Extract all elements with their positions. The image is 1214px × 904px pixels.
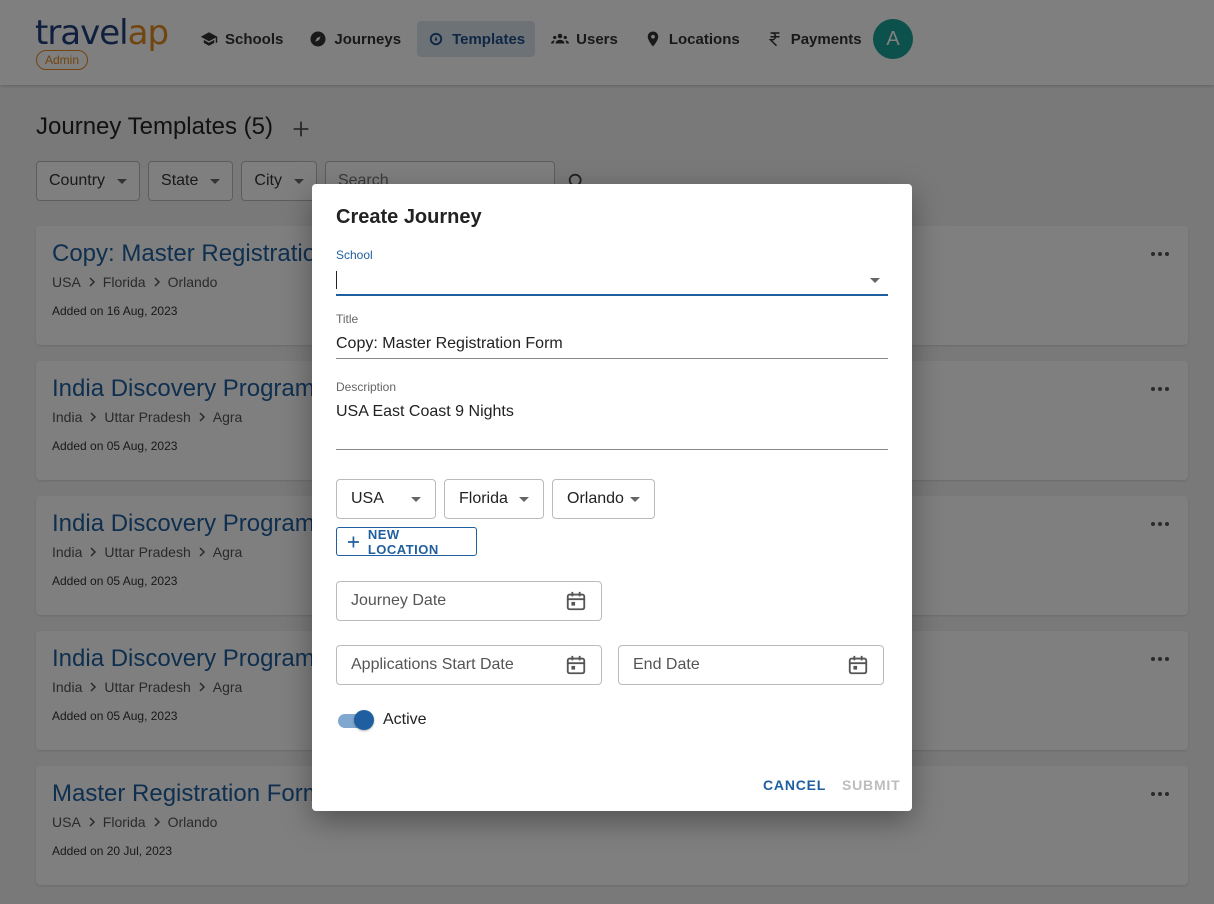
applications-start-placeholder: Applications Start Date [351,656,514,673]
country-select[interactable]: USA [336,479,436,519]
city-select[interactable]: Orlando [552,479,655,519]
city-value: Orlando [567,490,624,507]
description-field[interactable]: USA East Coast 9 Nights [336,403,514,421]
end-date-placeholder: End Date [633,656,700,673]
new-location-button[interactable]: NEW LOCATION [336,526,477,557]
active-label: Active [383,711,427,728]
school-underline [336,294,888,296]
calendar-icon[interactable] [847,654,869,676]
text-cursor [336,271,337,289]
create-journey-dialog: Create Journey School Title Copy: Master… [312,184,912,811]
title-label: Title [336,312,359,326]
description-label: Description [336,380,397,394]
caret-down-icon [519,496,529,502]
active-toggle[interactable] [336,709,374,731]
toggle-thumb [354,710,374,730]
title-field[interactable]: Copy: Master Registration Form [336,335,563,353]
end-date-field[interactable]: End Date [618,645,884,685]
state-value: Florida [459,490,508,507]
caret-down-icon [630,496,640,502]
caret-down-icon [411,496,421,502]
journey-date-placeholder: Journey Date [351,592,447,609]
cancel-button[interactable]: CANCEL [763,777,826,793]
calendar-icon[interactable] [565,654,587,676]
caret-down-icon[interactable] [870,278,880,283]
school-label: School [336,248,373,262]
state-select[interactable]: Florida [444,479,544,519]
submit-button[interactable]: SUBMIT [842,777,900,793]
description-underline [336,449,888,450]
applications-start-date-field[interactable]: Applications Start Date [336,645,602,685]
calendar-icon[interactable] [565,590,587,612]
dialog-title: Create Journey [336,206,482,228]
new-location-label: NEW LOCATION [367,526,439,557]
title-underline [336,358,888,359]
journey-date-field[interactable]: Journey Date [336,581,602,621]
plus-icon [347,535,359,548]
country-value: USA [351,490,384,507]
